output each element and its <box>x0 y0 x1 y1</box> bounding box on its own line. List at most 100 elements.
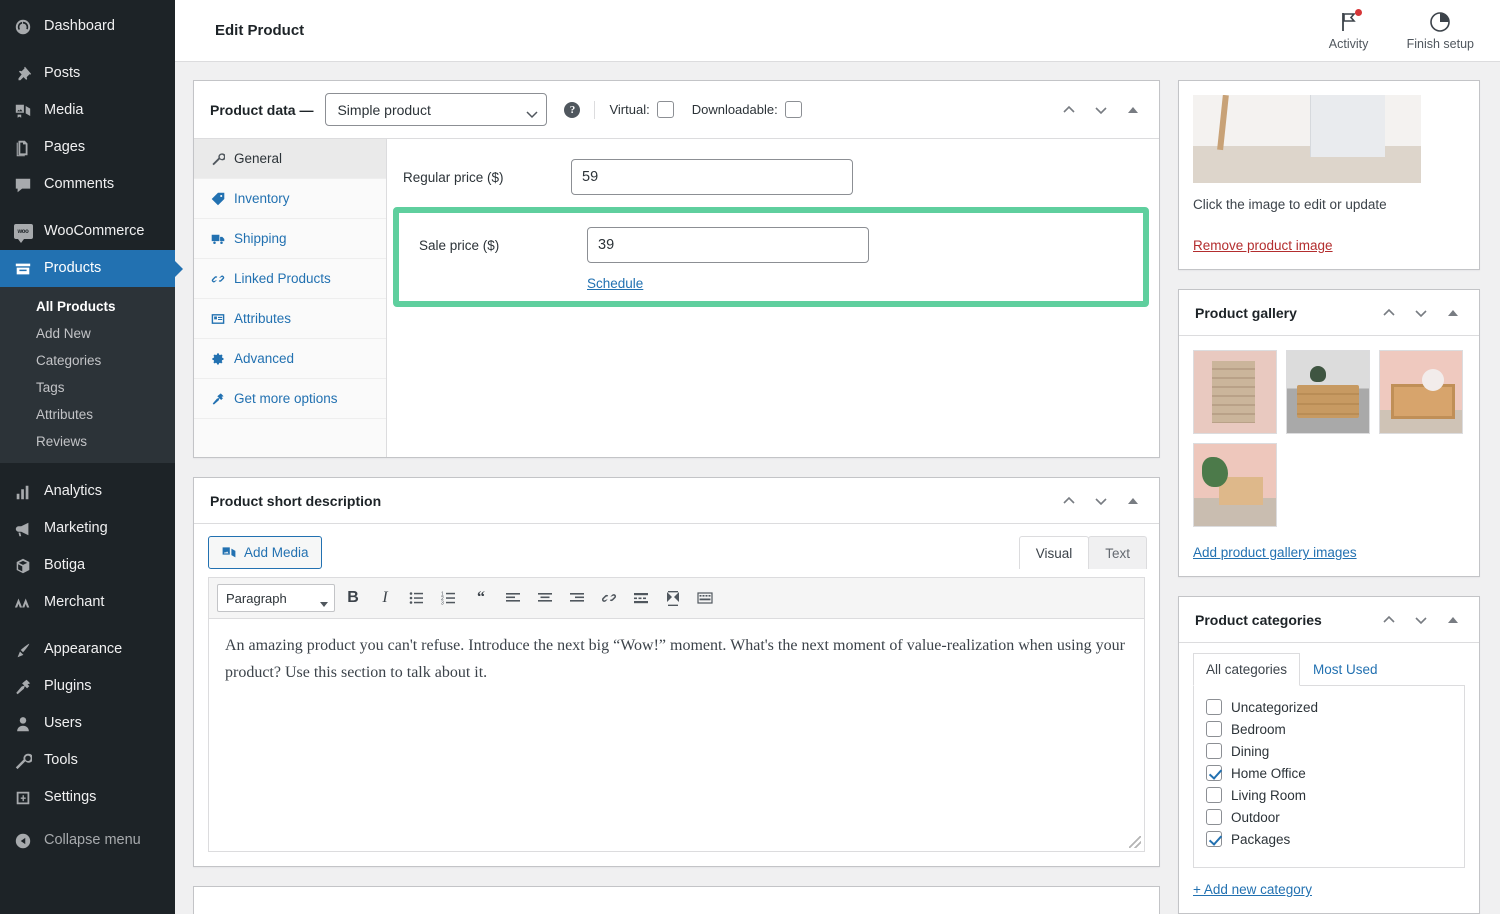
move-up-icon[interactable] <box>1375 299 1403 327</box>
move-down-icon[interactable] <box>1087 96 1115 124</box>
tab-visual[interactable]: Visual <box>1018 536 1090 569</box>
toggle-panel-icon[interactable] <box>1439 606 1467 634</box>
move-down-icon[interactable] <box>1407 606 1435 634</box>
sidebar-item-media[interactable]: Media <box>0 92 175 129</box>
paragraph-format-select[interactable]: Paragraph <box>217 584 335 612</box>
read-more-icon[interactable] <box>627 584 655 612</box>
sidebar-item-botiga[interactable]: Botiga <box>0 547 175 584</box>
downloadable-checkbox[interactable] <box>784 101 802 118</box>
tab-get-more-options[interactable]: Get more options <box>194 379 386 419</box>
schedule-link[interactable]: Schedule <box>587 276 1139 291</box>
product-categories-header: Product categories <box>1179 597 1479 643</box>
italic-icon[interactable]: I <box>371 584 399 612</box>
numbered-list-icon[interactable]: 123 <box>435 584 463 612</box>
category-item-uncategorized[interactable]: Uncategorized <box>1206 696 1452 718</box>
category-item-bedroom[interactable]: Bedroom <box>1206 718 1452 740</box>
sidebar-item-marketing[interactable]: Marketing <box>0 510 175 547</box>
category-checkbox[interactable] <box>1206 743 1222 759</box>
add-media-button[interactable]: Add Media <box>208 536 322 569</box>
move-up-icon[interactable] <box>1375 606 1403 634</box>
bold-icon[interactable]: B <box>339 584 367 612</box>
sidebar-item-analytics[interactable]: Analytics <box>0 473 175 510</box>
tab-attributes[interactable]: Attributes <box>194 299 386 339</box>
toggle-panel-icon[interactable] <box>1439 299 1467 327</box>
category-checkbox[interactable] <box>1206 765 1222 781</box>
sidebar-item-users[interactable]: Users <box>0 705 175 742</box>
submenu-item-all-products[interactable]: All Products <box>0 293 175 320</box>
fullscreen-icon[interactable] <box>659 584 687 612</box>
submenu-item-add-new[interactable]: Add New <box>0 320 175 347</box>
regular-price-input[interactable] <box>571 159 853 195</box>
sidebar-item-appearance[interactable]: Appearance <box>0 631 175 668</box>
submenu-item-reviews[interactable]: Reviews <box>0 428 175 455</box>
sidebar-item-comments[interactable]: Comments <box>0 166 175 203</box>
tab-linked-products[interactable]: Linked Products <box>194 259 386 299</box>
virtual-checkbox-label[interactable]: Virtual: <box>609 101 674 118</box>
sidebar-item-plugins[interactable]: Plugins <box>0 668 175 705</box>
align-right-icon[interactable] <box>563 584 591 612</box>
blockquote-icon[interactable]: “ <box>467 584 495 612</box>
activity-button[interactable]: Activity <box>1321 9 1377 51</box>
remove-product-image-link[interactable]: Remove product image <box>1193 238 1333 253</box>
gallery-thumbnail[interactable] <box>1193 350 1277 434</box>
category-item-dining[interactable]: Dining <box>1206 740 1452 762</box>
move-up-icon[interactable] <box>1055 96 1083 124</box>
category-item-home-office[interactable]: Home Office <box>1206 762 1452 784</box>
link-icon[interactable] <box>595 584 623 612</box>
move-down-icon[interactable] <box>1087 487 1115 515</box>
category-checkbox[interactable] <box>1206 699 1222 715</box>
align-left-icon[interactable] <box>499 584 527 612</box>
gallery-thumbnail[interactable] <box>1193 443 1277 527</box>
tab-most-used[interactable]: Most Used <box>1300 653 1391 686</box>
gallery-thumbnail[interactable] <box>1286 350 1370 434</box>
virtual-checkbox[interactable] <box>656 101 674 118</box>
toolbar-toggle-icon[interactable] <box>691 584 719 612</box>
gallery-thumbnail[interactable] <box>1379 350 1463 434</box>
tab-all-categories[interactable]: All categories <box>1193 653 1301 686</box>
category-checkbox[interactable] <box>1206 831 1222 847</box>
sale-price-input[interactable] <box>587 227 869 263</box>
sidebar-item-tools[interactable]: Tools <box>0 742 175 779</box>
products-submenu: All Products Add New Categories Tags Att… <box>0 287 175 463</box>
sidebar-item-settings[interactable]: Settings <box>0 779 175 816</box>
category-checkbox[interactable] <box>1206 721 1222 737</box>
sidebar-item-woocommerce[interactable]: woo WooCommerce <box>0 213 175 250</box>
featured-image[interactable] <box>1193 95 1421 183</box>
page-title: Edit Product <box>215 22 305 39</box>
move-up-icon[interactable] <box>1055 487 1083 515</box>
help-icon[interactable]: ? <box>564 101 581 118</box>
category-checkbox[interactable] <box>1206 809 1222 825</box>
toggle-panel-icon[interactable] <box>1119 96 1147 124</box>
submenu-item-attributes[interactable]: Attributes <box>0 401 175 428</box>
bulleted-list-icon[interactable] <box>403 584 431 612</box>
tab-advanced[interactable]: Advanced <box>194 339 386 379</box>
sidebar-item-merchant[interactable]: Merchant <box>0 584 175 621</box>
submenu-item-categories[interactable]: Categories <box>0 347 175 374</box>
finish-setup-button[interactable]: Finish setup <box>1407 10 1474 51</box>
category-item-packages[interactable]: Packages <box>1206 828 1452 850</box>
category-item-living-room[interactable]: Living Room <box>1206 784 1452 806</box>
tab-text[interactable]: Text <box>1088 536 1147 569</box>
toggle-panel-icon[interactable] <box>1119 487 1147 515</box>
downloadable-checkbox-label[interactable]: Downloadable: <box>692 101 802 118</box>
sidebar-item-collapse-menu[interactable]: Collapse menu <box>0 822 175 859</box>
move-down-icon[interactable] <box>1407 299 1435 327</box>
submenu-item-tags[interactable]: Tags <box>0 374 175 401</box>
tab-shipping[interactable]: Shipping <box>194 219 386 259</box>
sidebar-item-pages[interactable]: Pages <box>0 129 175 166</box>
short-description-editor[interactable]: An amazing product you can't refuse. Int… <box>208 618 1145 852</box>
regular-price-label: Regular price ($) <box>403 169 504 185</box>
sidebar-item-posts[interactable]: Posts <box>0 55 175 92</box>
align-center-icon[interactable] <box>531 584 559 612</box>
category-item-outdoor[interactable]: Outdoor <box>1206 806 1452 828</box>
product-type-select[interactable]: Simple product <box>325 93 548 126</box>
category-checkbox[interactable] <box>1206 787 1222 803</box>
sidebar-item-products[interactable]: Products <box>0 250 183 287</box>
tab-inventory[interactable]: Inventory <box>194 179 386 219</box>
tab-general[interactable]: General <box>194 139 386 179</box>
add-gallery-images-link[interactable]: Add product gallery images <box>1193 545 1357 560</box>
sidebar-item-dashboard[interactable]: Dashboard <box>0 8 175 45</box>
add-new-category-link[interactable]: + Add new category <box>1193 882 1465 897</box>
editor-resize-handle[interactable] <box>1129 836 1141 848</box>
category-list[interactable]: Uncategorized Bedroom Dining Home Office… <box>1193 685 1465 868</box>
